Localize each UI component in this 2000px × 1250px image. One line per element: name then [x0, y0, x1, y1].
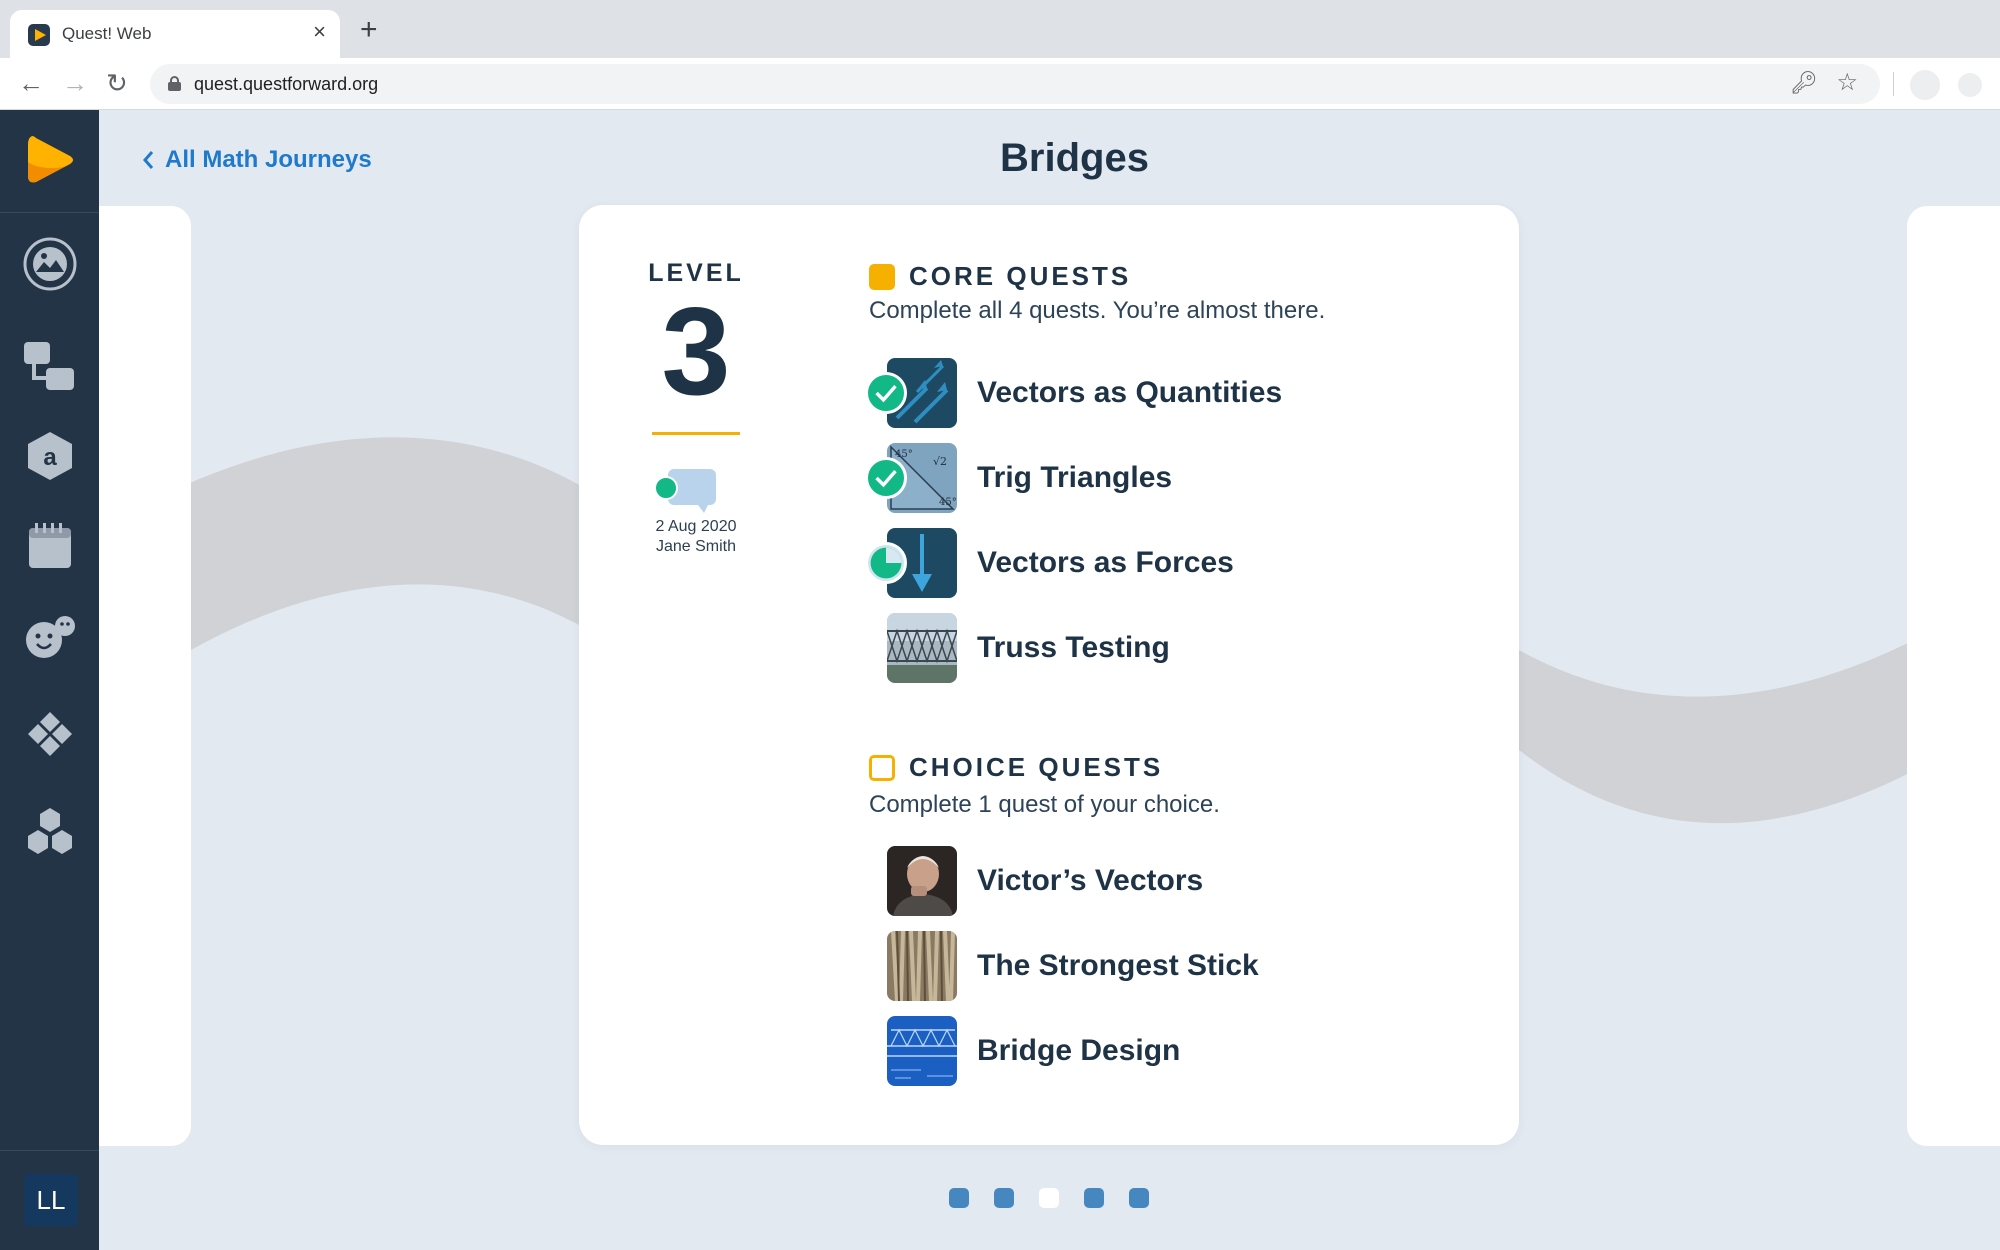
core-quests-subtitle: Complete all 4 quests. You’re almost the…: [869, 297, 1326, 324]
hexagons-icon[interactable]: [22, 804, 78, 860]
calendar-icon[interactable]: [22, 518, 78, 574]
sticks-thumbnail-icon: [887, 931, 957, 1001]
key-icon[interactable]: 🔑︎: [1790, 70, 1818, 96]
badge-icon[interactable]: a: [22, 428, 78, 484]
core-quests-title: CORE QUESTS: [909, 261, 1132, 291]
quest-label: Bridge Design: [977, 1034, 1181, 1067]
choice-quests-header: CHOICE QUESTS: [869, 752, 1163, 783]
core-quests-header: CORE QUESTS: [869, 261, 1131, 292]
media-icon[interactable]: [22, 236, 78, 292]
forward-arrow-icon[interactable]: →: [62, 67, 88, 99]
quest-favicon-icon: [28, 24, 50, 46]
pager-dot[interactable]: [994, 1188, 1014, 1208]
tab-close-icon[interactable]: ×: [313, 20, 326, 44]
browser-tab-bar: Quest! Web × +: [0, 0, 2000, 58]
pager-dot[interactable]: [1084, 1188, 1104, 1208]
previous-level-card[interactable]: [99, 206, 191, 1146]
check-icon: [865, 457, 907, 499]
choice-quests-title: CHOICE QUESTS: [909, 752, 1164, 782]
quest-label: The Strongest Stick: [977, 949, 1259, 982]
pager-dot-active[interactable]: [1039, 1188, 1059, 1208]
level-underline: [652, 432, 740, 435]
quest-bridge-design[interactable]: Bridge Design: [869, 1016, 1469, 1086]
outline-square-icon: [869, 754, 895, 781]
quest-vectors-as-quantities[interactable]: Vectors as Quantities: [865, 358, 1469, 428]
page-title: Bridges: [1000, 136, 1149, 180]
menu-icon[interactable]: [1958, 73, 1982, 97]
quest-label: Victor’s Vectors: [977, 864, 1204, 897]
svg-text:45°: 45°: [895, 449, 913, 460]
reload-icon[interactable]: ↻: [106, 67, 128, 99]
avatar[interactable]: LL: [24, 1174, 78, 1226]
quest-trig-triangles[interactable]: 45° √2 45° Trig Triangles: [865, 443, 1469, 513]
svg-text:√2: √2: [933, 455, 947, 468]
toolbar-divider: [1893, 72, 1894, 96]
bookmark-star-icon[interactable]: ☆: [1836, 68, 1858, 97]
address-bar[interactable]: quest.questforward.org 🔑︎ ☆: [150, 64, 1880, 104]
filled-square-icon: [869, 263, 895, 290]
lock-icon[interactable]: [168, 76, 181, 91]
quest-label: Vectors as Quantities: [977, 376, 1283, 409]
quest-the-strongest-stick[interactable]: The Strongest Stick: [869, 931, 1469, 1001]
sidebar-divider: [0, 1150, 99, 1151]
quest-victors-vectors[interactable]: Victor’s Vectors: [869, 846, 1469, 916]
faces-icon[interactable]: [22, 608, 78, 664]
level-pager: [949, 1188, 1149, 1208]
quest-truss-testing[interactable]: Truss Testing: [869, 613, 1469, 683]
svg-text:a: a: [43, 444, 57, 471]
pager-dot[interactable]: [949, 1188, 969, 1208]
app-sidebar: a LL: [0, 110, 99, 1250]
main-content: All Math Journeys Bridges LEVEL 3 2 Aug …: [99, 110, 2000, 1250]
check-icon: [865, 372, 907, 414]
choice-quests-subtitle: Complete 1 quest of your choice.: [869, 791, 1220, 818]
back-arrow-icon[interactable]: ←: [18, 67, 44, 99]
quest-vectors-as-forces[interactable]: Vectors as Forces: [865, 528, 1469, 598]
sidebar-divider: [0, 212, 99, 213]
browser-toolbar: ← → ↻ quest.questforward.org 🔑︎ ☆: [0, 58, 2000, 110]
blueprint-thumbnail-icon: [887, 1016, 957, 1086]
quest-label: Truss Testing: [977, 631, 1170, 664]
comment-author: Jane Smith: [655, 538, 737, 555]
next-level-card[interactable]: [1907, 206, 2000, 1146]
comment-icon[interactable]: [654, 467, 718, 513]
level-number: 3: [661, 283, 731, 421]
truss-bridge-thumbnail-icon: [887, 613, 957, 683]
level-card: LEVEL 3 2 Aug 2020 Jane Smith CORE QUEST…: [579, 205, 1519, 1145]
quest-label: Trig Triangles: [977, 461, 1173, 494]
cards-icon[interactable]: [22, 338, 78, 394]
diamonds-icon[interactable]: [22, 706, 78, 762]
pager-dot[interactable]: [1129, 1188, 1149, 1208]
quest-label: Vectors as Forces: [977, 546, 1234, 579]
url-text[interactable]: quest.questforward.org: [194, 74, 378, 95]
profile-icon[interactable]: [1910, 70, 1940, 100]
new-tab-button[interactable]: +: [360, 15, 378, 45]
svg-text:45°: 45°: [939, 497, 957, 508]
progress-pie-icon: [865, 542, 907, 584]
person-thumbnail-icon: [887, 846, 957, 916]
tab-title: Quest! Web: [62, 24, 152, 43]
quest-logo-icon[interactable]: [24, 132, 76, 188]
browser-tab[interactable]: Quest! Web ×: [10, 10, 340, 58]
comment-date: 2 Aug 2020: [655, 518, 737, 535]
